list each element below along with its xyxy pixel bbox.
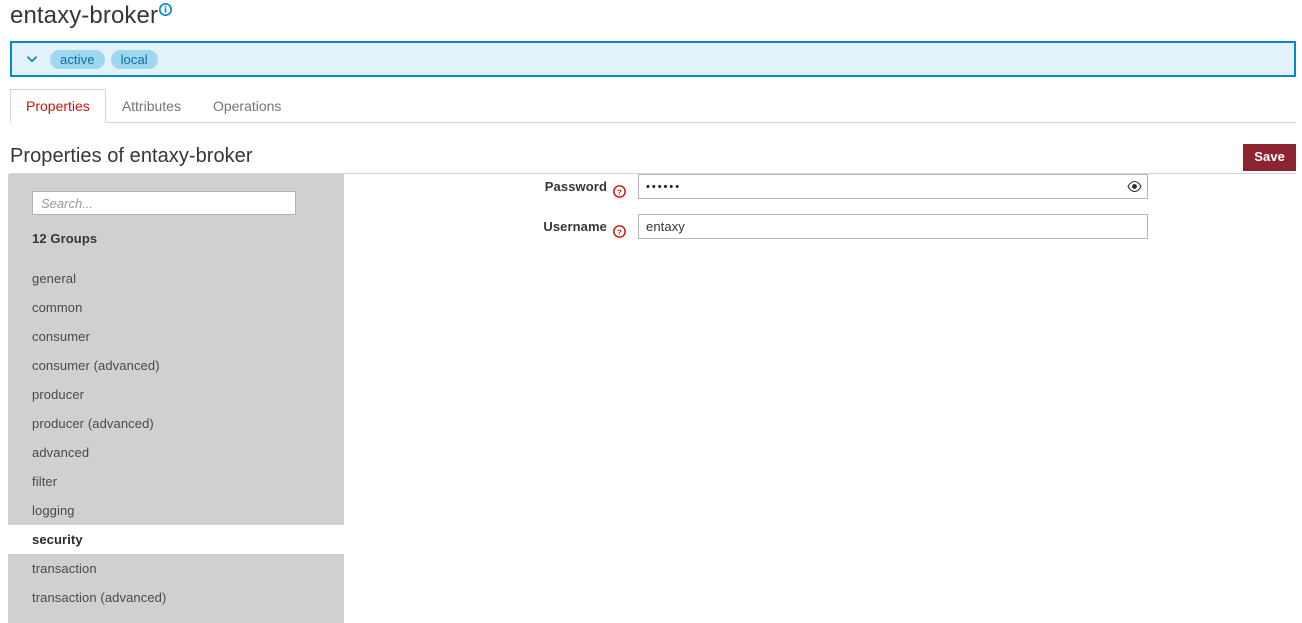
- tab-operations[interactable]: Operations: [197, 89, 297, 123]
- tab-attributes[interactable]: Attributes: [106, 89, 197, 123]
- form-row-username: Username ?: [360, 214, 1296, 240]
- tab-properties[interactable]: Properties: [10, 89, 106, 123]
- groups-panel: 12 Groups general common consumer consum…: [8, 174, 344, 623]
- group-item-security[interactable]: security: [8, 525, 344, 554]
- form-row-password: Password ?: [360, 174, 1296, 200]
- password-input[interactable]: [638, 174, 1148, 199]
- group-item-transaction-advanced[interactable]: transaction (advanced): [8, 583, 344, 612]
- group-item-advanced[interactable]: advanced: [8, 438, 344, 467]
- password-label: Password: [545, 174, 607, 200]
- status-chip-local[interactable]: local: [111, 50, 158, 69]
- group-item-filter[interactable]: filter: [8, 467, 344, 496]
- group-item-consumer[interactable]: consumer: [8, 322, 344, 351]
- eye-icon[interactable]: [1126, 179, 1142, 195]
- username-label: Username: [543, 214, 607, 240]
- svg-text:?: ?: [617, 187, 622, 196]
- svg-text:?: ?: [617, 227, 622, 236]
- help-circle-icon[interactable]: ?: [613, 181, 626, 194]
- status-chip-active[interactable]: active: [50, 50, 105, 69]
- group-item-common[interactable]: common: [8, 293, 344, 322]
- password-field-wrap: [638, 174, 1148, 199]
- page-header: entaxy-broker: [10, 2, 172, 30]
- group-item-producer[interactable]: producer: [8, 380, 344, 409]
- username-label-group: Username ?: [360, 214, 638, 240]
- tab-bar: Properties Attributes Operations: [10, 90, 1296, 123]
- properties-title: Properties of entaxy-broker: [10, 145, 253, 167]
- chevron-down-icon[interactable]: [24, 51, 40, 67]
- groups-list: general common consumer consumer (advanc…: [8, 264, 344, 612]
- group-item-transaction[interactable]: transaction: [8, 554, 344, 583]
- username-field-wrap: [638, 214, 1148, 239]
- search-input[interactable]: [32, 191, 296, 215]
- group-item-logging[interactable]: logging: [8, 496, 344, 525]
- password-label-group: Password ?: [360, 174, 638, 200]
- group-item-producer-advanced[interactable]: producer (advanced): [8, 409, 344, 438]
- save-button[interactable]: Save: [1243, 144, 1296, 171]
- groups-count-label: 12 Groups: [8, 215, 344, 246]
- help-circle-icon[interactable]: ?: [613, 221, 626, 234]
- username-input[interactable]: [638, 214, 1148, 239]
- properties-form: Password ? Username: [360, 174, 1296, 623]
- group-item-consumer-advanced[interactable]: consumer (advanced): [8, 351, 344, 380]
- properties-header: Properties of entaxy-broker Save: [10, 142, 1296, 173]
- page-title: entaxy-broker: [10, 2, 158, 30]
- group-item-general[interactable]: general: [8, 264, 344, 293]
- status-bar: active local: [10, 41, 1296, 77]
- search-container: [8, 174, 344, 215]
- info-circle-icon[interactable]: [159, 3, 172, 16]
